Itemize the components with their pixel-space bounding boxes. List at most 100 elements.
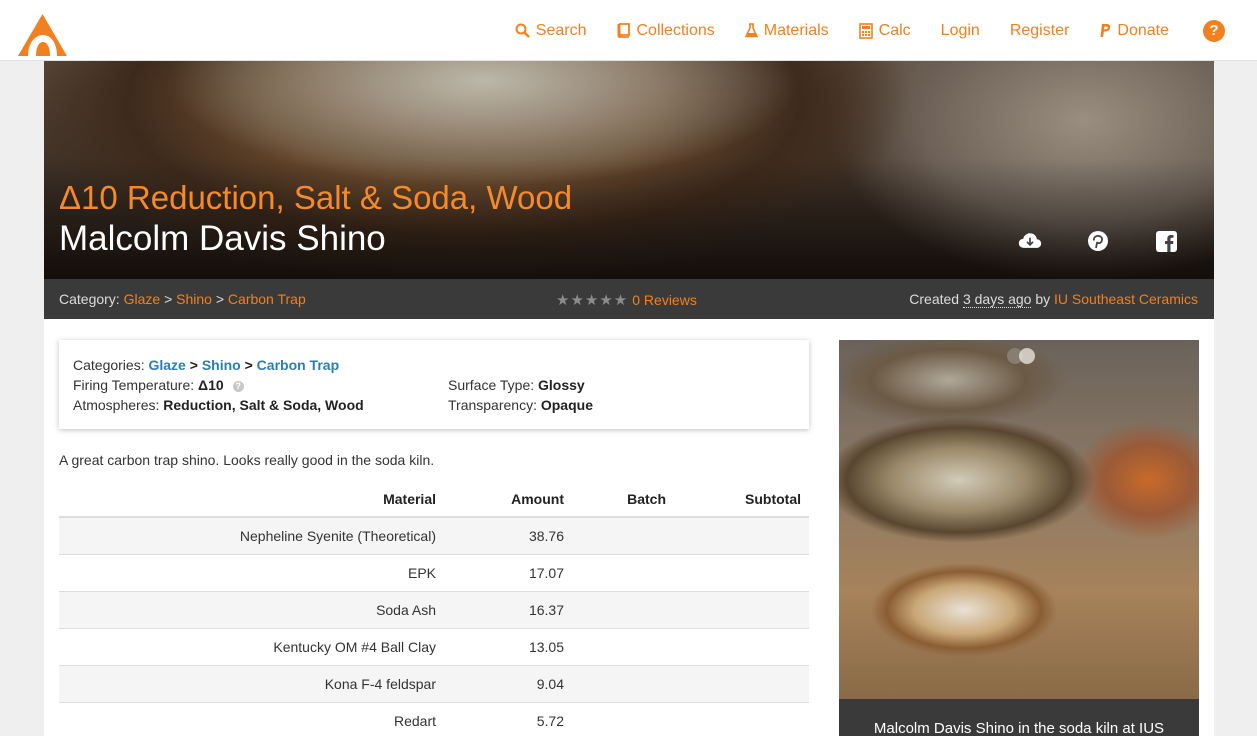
subtotal-cell [674,664,809,702]
pinterest-icon[interactable] [1086,229,1110,253]
recipe-description: A great carbon trap shino. Looks really … [59,452,435,468]
table-header-row: Material Amount Batch Subtotal [59,481,809,518]
categories-row: Categories: Glaze > Shino > Carbon Trap [73,357,339,373]
material-link[interactable]: Kentucky OM #4 Ball Clay [273,639,436,655]
subtotal-cell [674,516,809,554]
category-label: Category: [59,291,120,307]
nav-login[interactable]: Login [941,22,980,40]
batch-cell [572,701,674,736]
nav-search[interactable]: Search [515,21,587,40]
material-cell[interactable]: EPK [59,553,444,591]
facebook-icon[interactable] [1154,229,1178,253]
column-header-amount: Amount [444,481,572,518]
material-cell[interactable]: Soda Ash [59,590,444,628]
flask-icon [744,23,758,38]
table-row: Kona F-4 feldspar 9.04 [59,664,809,702]
material-cell[interactable]: Kentucky OM #4 Ball Clay [59,627,444,665]
subtotal-cell [674,590,809,628]
author-link[interactable]: IU Southeast Ceramics [1054,291,1198,307]
reviews-link[interactable]: 0 Reviews [632,292,697,308]
cloud-download-icon[interactable] [1018,229,1042,253]
surface-value: Glossy [538,377,585,393]
atmospheres-value: Reduction, Salt & Soda, Wood [163,397,364,413]
created-time: 3 days ago [962,291,1032,308]
column-header-subtotal: Subtotal [674,481,809,518]
material-cell[interactable]: Kona F-4 feldspar [59,664,444,702]
by-label: by [1035,291,1051,307]
nav-calc-label: Calc [878,21,911,39]
material-link[interactable]: Redart [394,713,436,729]
glaze-photo[interactable] [839,340,1199,699]
table-row: Redart 5.72 [59,701,809,736]
main-nav: Search Collections Materials Calc Login … [515,0,1257,61]
batch-cell [572,516,674,554]
help-button[interactable]: ? [1203,19,1225,42]
amount-cell: 9.04 [444,664,572,702]
material-link[interactable]: Soda Ash [376,602,436,618]
batch-cell [572,553,674,591]
category-carbon-trap-link[interactable]: Carbon Trap [257,357,339,373]
material-link[interactable]: Kona F-4 feldspar [325,676,436,692]
subtotal-cell [674,553,809,591]
nav-calc[interactable]: Calc [858,21,911,40]
firing-temperature-row: Firing Temperature: Δ10 ? [73,377,244,393]
column-header-material: Material [59,481,444,518]
batch-cell [572,590,674,628]
category-separator: > [244,357,253,373]
firing-label: Firing Temperature: [73,377,195,393]
category-glaze-link[interactable]: Glaze [148,357,185,373]
nav-donate-label: Donate [1117,21,1169,39]
nav-search-label: Search [535,21,587,39]
transparency-label: Transparency: [448,397,537,413]
question-icon: ? [1209,22,1219,39]
subtotal-cell [674,627,809,665]
surface-label: Surface Type: [448,377,535,393]
star-rating-icon[interactable]: ★★★★★ [556,291,628,309]
breadcrumb-shino-link[interactable]: Shino [176,291,212,307]
photo-carousel-indicators [1007,348,1035,364]
nav-register[interactable]: Register [1010,22,1070,40]
nav-donate[interactable]: Donate [1099,22,1169,40]
table-row: Soda Ash 16.37 [59,590,809,628]
nav-materials[interactable]: Materials [744,21,829,40]
amount-cell: 13.05 [444,627,572,665]
category-shino-link[interactable]: Shino [202,357,241,373]
material-cell[interactable]: Redart [59,701,444,736]
rating-summary: ★★★★★ 0 Reviews [556,291,697,309]
paypal-icon [1100,24,1111,37]
surface-type-row: Surface Type: Glossy [448,377,585,393]
recipe-details-card: Categories: Glaze > Shino > Carbon Trap … [59,340,809,429]
amount-cell: 5.72 [444,701,572,736]
recipe-info-bar: Category: Glaze > Shino > Carbon Trap ★★… [44,279,1214,319]
category-separator: > [189,357,198,373]
site-logo[interactable] [17,13,68,57]
breadcrumb-carbon-trap-link[interactable]: Carbon Trap [228,291,306,307]
search-icon [515,23,530,38]
subtotal-cell [674,701,809,736]
amount-cell: 38.76 [444,516,572,554]
nav-collections[interactable]: Collections [616,22,715,40]
material-link[interactable]: EPK [408,565,436,581]
created-label: Created [909,291,960,307]
table-row: EPK 17.07 [59,553,809,591]
table-row: Nepheline Syenite (Theoretical) 38.76 [59,516,809,554]
photo-caption: Malcolm Davis Shino in the soda kiln at … [839,699,1199,736]
column-header-batch: Batch [572,481,674,518]
material-cell[interactable]: Nepheline Syenite (Theoretical) [59,516,444,554]
calculator-icon [858,22,873,39]
hero-banner: Δ10 Reduction, Salt & Soda, Wood Malcolm… [44,61,1214,279]
carousel-dot[interactable] [1019,348,1035,364]
category-breadcrumb: Category: Glaze > Shino > Carbon Trap [59,291,306,307]
atmospheres-row: Atmospheres: Reduction, Salt & Soda, Woo… [73,397,364,413]
material-link[interactable]: Nepheline Syenite (Theoretical) [240,528,436,544]
help-question-icon[interactable]: ? [232,381,244,392]
breadcrumb-separator: > [215,291,225,307]
transparency-value: Opaque [540,397,593,413]
nav-materials-label: Materials [763,21,829,39]
recipe-page: Δ10 Reduction, Salt & Soda, Wood Malcolm… [44,61,1214,736]
table-row: Kentucky OM #4 Ball Clay 13.05 [59,627,809,665]
breadcrumb-separator: > [164,291,173,307]
breadcrumb-glaze-link[interactable]: Glaze [124,291,161,307]
recipe-table: Material Amount Batch Subtotal Nepheline… [59,481,809,736]
atmospheres-label: Atmospheres: [73,397,160,413]
